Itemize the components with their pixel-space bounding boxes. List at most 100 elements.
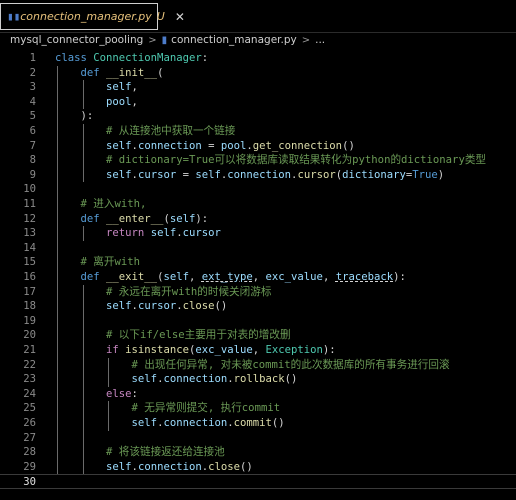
code-line[interactable]: 30 (0, 474, 516, 489)
code-text: class ConnectionManager: (55, 51, 208, 66)
code-line[interactable]: 26 self.connection.commit() (0, 416, 516, 431)
line-number: 4 (29, 95, 36, 108)
code-line[interactable]: 21 if isinstance(exc_value, Exception): (0, 343, 516, 358)
code-line[interactable]: 11 # 进入with, (0, 197, 516, 212)
code-token: exc_value (195, 344, 253, 356)
code-token: connection (163, 373, 228, 386)
code-text: self, (55, 80, 138, 95)
code-line[interactable]: 7 self.connection = pool.get_connection(… (0, 139, 516, 154)
code-line[interactable]: 19 (0, 314, 516, 329)
code-line[interactable]: 16 def __exit__(self, ext_type, exc_valu… (0, 270, 516, 285)
code-line[interactable]: 6 # 从连接池中获取一个链接 (0, 124, 516, 139)
code-token: self (106, 139, 132, 152)
code-token: # 将该链接返还给连接池 (106, 446, 225, 459)
breadcrumb: mysql_connector_pooling > ▮ connection_m… (0, 32, 516, 48)
code-token: close (182, 300, 215, 313)
code-line[interactable]: 5 ): (0, 109, 516, 124)
code-token: __init__ (106, 66, 158, 79)
code-token: : (201, 52, 209, 64)
line-number: 25 (23, 402, 36, 415)
code-text: # dictionary=True可以将数据库读取结果转化为python的dic… (55, 153, 486, 168)
code-line[interactable]: 27 (0, 431, 516, 446)
code-line[interactable]: 2 def __init__( (0, 66, 516, 81)
tab-connection-manager[interactable]: ▮▮ connection_manager.py U ✕ (0, 3, 185, 30)
indent-guide (108, 401, 110, 431)
code-line[interactable]: 17 # 永远在离开with的时候关闭游标 (0, 285, 516, 300)
tab-filename: connection_manager.py (20, 10, 152, 23)
line-number: 1 (29, 52, 36, 64)
code-token: self (131, 417, 158, 429)
code-text: def __enter__(self): (55, 212, 209, 227)
code-line[interactable]: 18 self.cursor.close() (0, 299, 516, 314)
code-line[interactable]: 25 # 无异常则提交, 执行commit (0, 401, 516, 416)
code-line[interactable]: 15 # 离开with (0, 255, 516, 270)
code-text: self.connection = pool.get_connection() (55, 139, 355, 154)
indent-guide (82, 226, 84, 241)
line-number: 21 (23, 344, 36, 356)
code-line[interactable]: 4 pool, (0, 95, 516, 110)
code-token: traceback (335, 271, 394, 283)
code-line[interactable]: 20 # 以下if/else主要用于对表的增改删 (0, 328, 516, 343)
code-line[interactable]: 1 class ConnectionManager: (0, 51, 516, 66)
code-token: self (106, 460, 132, 473)
code-line[interactable]: 14 (0, 241, 516, 256)
code-token: # 出现任何异常, 对未被commit的此次数据库的所有事务进行回滚 (131, 358, 450, 371)
code-line[interactable]: 10 (0, 182, 516, 197)
code-token: Exception (265, 344, 323, 356)
code-line[interactable]: 24 else: (0, 387, 516, 402)
code-text: self.cursor = self.connection.cursor(dic… (55, 168, 444, 183)
code-line[interactable]: 3 self, (0, 80, 516, 95)
close-icon[interactable]: ✕ (175, 10, 185, 24)
code-token: True (412, 168, 438, 181)
breadcrumb-more[interactable]: ... (315, 34, 325, 46)
code-token: exc_value (265, 271, 323, 283)
code-line[interactable]: 13 return self.cursor (0, 226, 516, 241)
code-line[interactable]: 9 self.cursor = self.connection.cursor(d… (0, 168, 516, 183)
code-token: () (240, 460, 253, 473)
code-token: = (176, 168, 196, 181)
line-number: 26 (23, 417, 36, 429)
line-number: 30 (23, 476, 36, 489)
line-number: 14 (23, 241, 36, 254)
code-token: get_connection (252, 139, 343, 152)
code-editor[interactable]: 1 class ConnectionManager: 2 def __init__(… (0, 48, 516, 500)
line-number: 22 (23, 358, 36, 371)
code-text: # 无异常则提交, 执行commit (55, 401, 281, 416)
breadcrumb-file[interactable]: connection_manager.py (171, 34, 297, 46)
code-line[interactable]: 23 self.connection.rollback() (0, 372, 516, 387)
tab-modified-status: U (156, 10, 165, 23)
code-line[interactable]: 22 # 出现任何异常, 对未被commit的此次数据库的所有事务进行回滚 (0, 358, 516, 373)
code-token: ): (195, 212, 209, 225)
code-token: , (252, 271, 266, 283)
line-number: 19 (23, 314, 36, 327)
code-token: connection (163, 417, 228, 429)
code-line[interactable]: 28 # 将该链接返还给连接池 (0, 445, 516, 460)
code-line[interactable]: 12 def __enter__(self): (0, 212, 516, 227)
code-token: __exit__ (106, 271, 158, 283)
breadcrumb-folder[interactable]: mysql_connector_pooling (10, 34, 143, 46)
code-token: pool (106, 95, 132, 108)
code-text: pool, (55, 95, 138, 110)
code-line[interactable]: 8 # dictionary=True可以将数据库读取结果转化为python的d… (0, 153, 516, 168)
chevron-right-icon: > (148, 34, 157, 46)
code-token: self (163, 271, 189, 283)
chevron-right-icon: > (301, 34, 311, 46)
line-number: 2 (29, 66, 36, 79)
line-number: 28 (23, 446, 36, 459)
line-number: 12 (23, 212, 36, 225)
line-number: 13 (23, 227, 36, 240)
code-line[interactable]: 29 self.connection.close() (0, 460, 516, 475)
code-text: self.connection.rollback() (55, 372, 298, 387)
line-number: 15 (23, 256, 36, 269)
code-token: self (131, 373, 158, 386)
code-token: ): (393, 271, 406, 283)
